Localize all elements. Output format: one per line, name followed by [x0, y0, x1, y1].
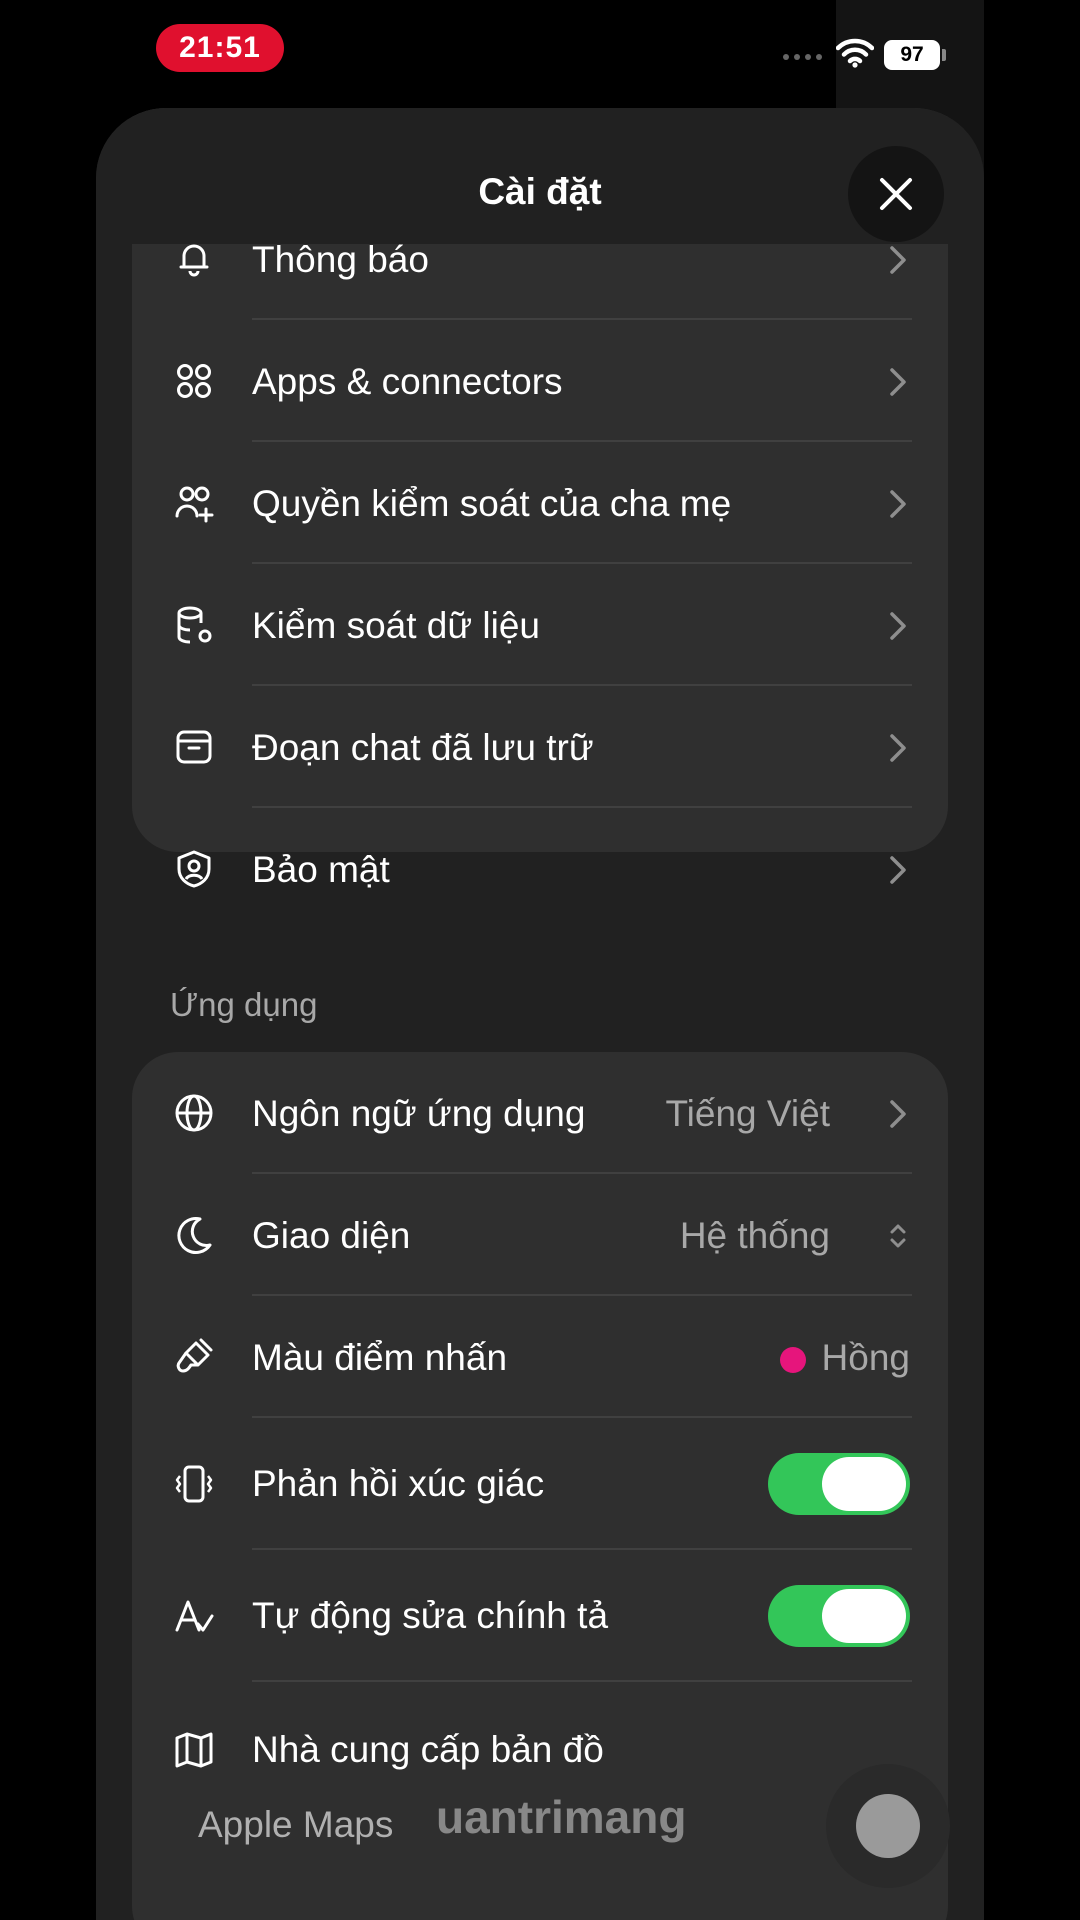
- row-appearance[interactable]: Giao diện Hệ thống: [132, 1174, 948, 1296]
- map-icon: [175, 1732, 213, 1768]
- section-label-app: Ứng dụng: [170, 986, 318, 1023]
- accent-value: Hồng: [821, 1337, 910, 1378]
- language-value: Tiếng Việt: [665, 1093, 830, 1134]
- row-label: Phản hồi xúc giác: [252, 1463, 545, 1504]
- row-label: Thông báo: [252, 239, 429, 280]
- battery-cap: [942, 49, 946, 61]
- phone-vibrate-icon: [175, 1465, 213, 1503]
- bell-icon: [179, 244, 209, 277]
- moon-icon: [177, 1217, 212, 1254]
- map-provider-value: Apple Maps: [198, 1804, 394, 1845]
- autocorrect-toggle[interactable]: [768, 1585, 910, 1647]
- chevron-right-icon: [890, 612, 906, 640]
- apps-icon: [177, 364, 211, 398]
- row-autocorrect: Tự động sửa chính tả: [132, 1550, 948, 1682]
- row-label: Kiểm soát dữ liệu: [252, 605, 541, 646]
- wifi-icon: [836, 38, 874, 68]
- row-label: Ngôn ngữ ứng dụng: [252, 1093, 586, 1134]
- status-bar: 21:51 97: [0, 0, 1080, 100]
- row-parental-controls[interactable]: Quyền kiểm soát của cha mẹ: [132, 442, 948, 564]
- row-map-provider[interactable]: Nhà cung cấp bản đồ: [132, 1682, 948, 1882]
- globe-icon: [175, 1094, 213, 1132]
- appearance-value: Hệ thống: [679, 1215, 830, 1256]
- settings-sheet: Cài đặt Thông báo Apps & connectors Quyề…: [96, 108, 984, 1920]
- row-label: Giao diện: [252, 1215, 411, 1256]
- chevron-right-icon: [890, 246, 906, 274]
- close-button[interactable]: [848, 146, 944, 242]
- chevron-right-icon: [890, 734, 906, 762]
- chevron-right-icon: [890, 856, 906, 884]
- row-label: Quyền kiểm soát của cha mẹ: [252, 483, 732, 524]
- watermark-logo: uantrimang: [436, 1791, 687, 1843]
- spellcheck-icon: [175, 1600, 214, 1632]
- close-icon: [880, 178, 912, 210]
- row-label: Tự động sửa chính tả: [252, 1595, 609, 1636]
- row-label: Đoạn chat đã lưu trữ: [252, 727, 594, 768]
- battery-level: 97: [884, 40, 940, 70]
- chevron-right-icon: [890, 368, 906, 396]
- row-label: Bảo mật: [252, 849, 390, 890]
- row-data-controls[interactable]: Kiểm soát dữ liệu: [132, 564, 948, 686]
- parents-icon: [175, 486, 214, 523]
- accent-color-dot: [780, 1347, 806, 1373]
- archive-icon: [176, 730, 212, 764]
- row-security[interactable]: Bảo mật: [132, 808, 948, 930]
- row-label: Nhà cung cấp bản đồ: [252, 1729, 604, 1770]
- sheet-header: Cài đặt: [96, 108, 984, 244]
- row-haptics: Phản hồi xúc giác: [132, 1418, 948, 1550]
- chevron-right-icon: [890, 490, 906, 518]
- status-time: 21:51: [156, 24, 284, 72]
- haptics-toggle[interactable]: [768, 1453, 910, 1515]
- database-settings-icon: [177, 606, 212, 644]
- assistive-touch-button[interactable]: [826, 1764, 950, 1888]
- paintbrush-icon: [176, 1338, 213, 1373]
- row-apps-connectors[interactable]: Apps & connectors: [132, 320, 948, 442]
- shield-user-icon: [177, 850, 211, 888]
- row-app-language[interactable]: Ngôn ngữ ứng dụng Tiếng Việt: [132, 1052, 948, 1174]
- row-label: Apps & connectors: [252, 361, 563, 402]
- chevron-up-down-icon: [890, 1224, 906, 1248]
- chevron-right-icon: [890, 1100, 906, 1128]
- cellular-signal-icon: [783, 54, 822, 60]
- row-accent-color[interactable]: Màu điểm nhấn Hồng: [132, 1296, 948, 1418]
- row-label: Màu điểm nhấn: [252, 1337, 508, 1378]
- row-archived-chats[interactable]: Đoạn chat đã lưu trữ: [132, 686, 948, 808]
